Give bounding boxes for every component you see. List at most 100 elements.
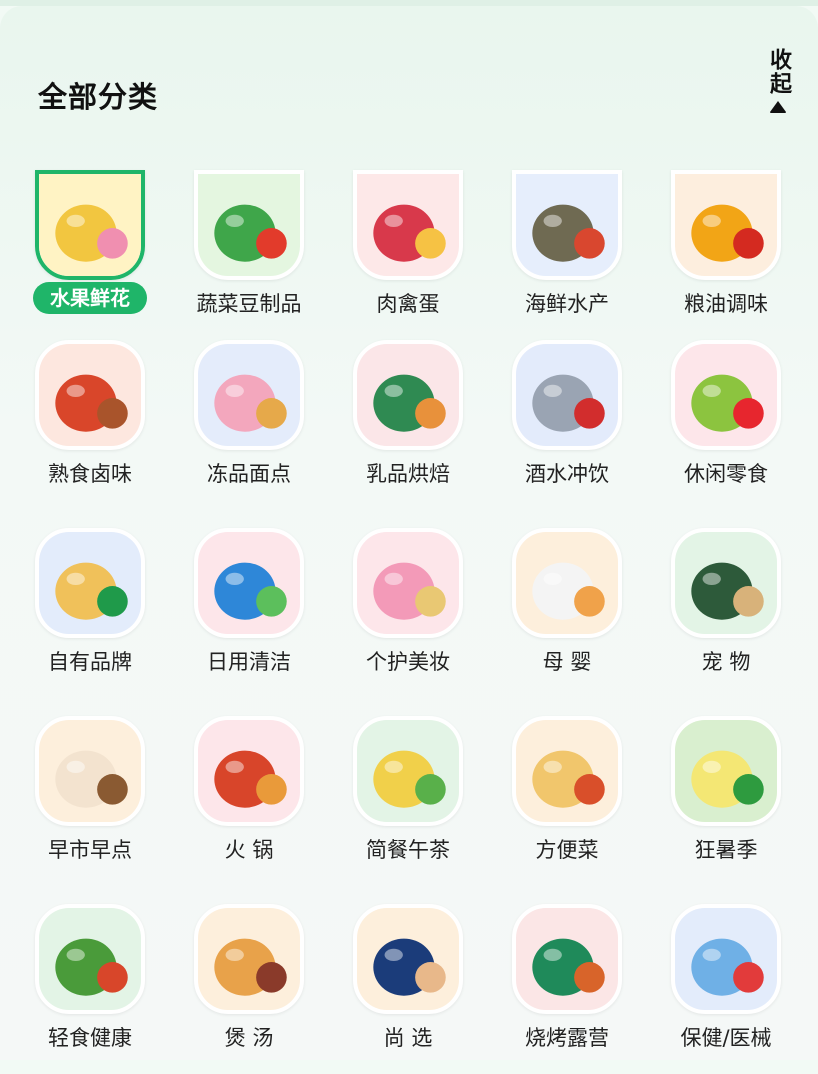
category-item[interactable]: 肉禽蛋 xyxy=(333,170,483,340)
ready-meal-icon xyxy=(516,720,618,822)
own-brand-icon xyxy=(39,532,141,634)
category-label: 火 锅 xyxy=(224,838,274,862)
soup-icon xyxy=(198,908,300,1010)
category-thumbnail xyxy=(35,904,145,1014)
category-thumbnail xyxy=(512,170,622,280)
category-thumbnail xyxy=(35,716,145,826)
category-label: 酒水冲饮 xyxy=(525,462,609,486)
category-item[interactable]: 个护美妆 xyxy=(333,528,483,698)
category-item[interactable]: 粮油调味 xyxy=(651,170,801,340)
baby-icon xyxy=(516,532,618,634)
category-item[interactable]: 蔬菜豆制品 xyxy=(174,170,324,340)
fruit-flower-icon xyxy=(39,174,141,276)
category-thumbnail xyxy=(194,528,304,638)
category-label: 母 婴 xyxy=(542,650,592,674)
afternoon-tea-icon xyxy=(357,720,459,822)
category-item[interactable]: 熟食卤味 xyxy=(15,340,165,510)
category-label: 煲 汤 xyxy=(224,1026,274,1050)
category-thumbnail xyxy=(512,904,622,1014)
category-item[interactable]: 火 锅 xyxy=(174,716,324,886)
category-thumbnail xyxy=(194,904,304,1014)
category-label: 乳品烘焙 xyxy=(366,462,450,486)
category-label: 海鲜水产 xyxy=(525,292,609,316)
category-label: 肉禽蛋 xyxy=(376,292,440,316)
category-thumbnail xyxy=(512,528,622,638)
category-item[interactable]: 日用清洁 xyxy=(174,528,324,698)
category-label: 保健/医械 xyxy=(680,1026,772,1050)
cleaning-icon xyxy=(198,532,300,634)
category-item[interactable]: 轻食健康 xyxy=(15,904,165,1074)
drink-icon xyxy=(516,344,618,446)
category-thumbnail xyxy=(35,528,145,638)
category-item[interactable]: 水果鲜花 xyxy=(15,170,165,340)
breakfast-icon xyxy=(39,720,141,822)
category-label: 休闲零食 xyxy=(684,462,768,486)
category-label: 个护美妆 xyxy=(366,650,450,674)
category-item[interactable]: 乳品烘焙 xyxy=(333,340,483,510)
category-label: 水果鲜花 xyxy=(33,282,147,314)
category-thumbnail xyxy=(194,716,304,826)
category-item[interactable]: 煲 汤 xyxy=(174,904,324,1074)
seafood-icon xyxy=(516,174,618,276)
category-item[interactable]: 冻品面点 xyxy=(174,340,324,510)
beauty-icon xyxy=(357,532,459,634)
category-item[interactable]: 烧烤露营 xyxy=(492,904,642,1074)
category-label: 早市早点 xyxy=(48,838,132,862)
meat-egg-icon xyxy=(357,174,459,276)
category-item[interactable]: 尚 选 xyxy=(333,904,483,1074)
vegetable-icon xyxy=(198,174,300,276)
category-label: 烧烤露营 xyxy=(525,1026,609,1050)
category-grid: 水果鲜花 蔬菜豆制品 肉禽蛋 海鲜水产 粮油调味熟食卤味 冻品面点 乳品烘焙 酒水冲饮 休闲零食… xyxy=(0,0,818,1060)
healthy-food-icon xyxy=(39,908,141,1010)
category-thumbnail xyxy=(671,528,781,638)
category-item[interactable]: 海鲜水产 xyxy=(492,170,642,340)
category-item[interactable]: 酒水冲饮 xyxy=(492,340,642,510)
category-label: 狂暑季 xyxy=(694,838,758,862)
category-item[interactable]: 狂暑季 xyxy=(651,716,801,886)
category-label: 熟食卤味 xyxy=(48,462,132,486)
health-care-icon xyxy=(675,908,777,1010)
category-item[interactable]: 简餐午茶 xyxy=(333,716,483,886)
category-thumbnail xyxy=(671,340,781,450)
category-item[interactable]: 保健/医械 xyxy=(651,904,801,1074)
category-thumbnail xyxy=(512,716,622,826)
deli-icon xyxy=(39,344,141,446)
category-thumbnail xyxy=(194,170,304,280)
category-label: 蔬菜豆制品 xyxy=(196,292,302,316)
category-item[interactable]: 母 婴 xyxy=(492,528,642,698)
hotpot-icon xyxy=(198,720,300,822)
category-label: 方便菜 xyxy=(535,838,599,862)
category-thumbnail xyxy=(671,170,781,280)
category-label: 日用清洁 xyxy=(207,650,291,674)
category-thumbnail xyxy=(353,340,463,450)
category-thumbnail xyxy=(512,340,622,450)
category-thumbnail xyxy=(353,528,463,638)
category-item[interactable]: 休闲零食 xyxy=(651,340,801,510)
pet-icon xyxy=(675,532,777,634)
category-label: 宠 物 xyxy=(701,650,751,674)
category-label: 轻食健康 xyxy=(48,1026,132,1050)
summer-icon xyxy=(675,720,777,822)
category-thumbnail xyxy=(353,904,463,1014)
frozen-icon xyxy=(198,344,300,446)
snack-icon xyxy=(675,344,777,446)
grain-oil-icon xyxy=(675,174,777,276)
category-thumbnail xyxy=(35,340,145,450)
category-thumbnail xyxy=(353,716,463,826)
category-item[interactable]: 宠 物 xyxy=(651,528,801,698)
category-item[interactable]: 方便菜 xyxy=(492,716,642,886)
category-label: 冻品面点 xyxy=(207,462,291,486)
category-thumbnail xyxy=(353,170,463,280)
category-label: 粮油调味 xyxy=(684,292,768,316)
category-label: 自有品牌 xyxy=(48,650,132,674)
category-label: 尚 选 xyxy=(383,1026,433,1050)
category-thumbnail xyxy=(671,716,781,826)
category-thumbnail xyxy=(35,170,145,280)
category-thumbnail xyxy=(671,904,781,1014)
category-item[interactable]: 早市早点 xyxy=(15,716,165,886)
bbq-camping-icon xyxy=(516,908,618,1010)
category-label: 简餐午茶 xyxy=(366,838,450,862)
dairy-bakery-icon xyxy=(357,344,459,446)
shopping-bag-icon xyxy=(357,908,459,1010)
category-item[interactable]: 自有品牌 xyxy=(15,528,165,698)
